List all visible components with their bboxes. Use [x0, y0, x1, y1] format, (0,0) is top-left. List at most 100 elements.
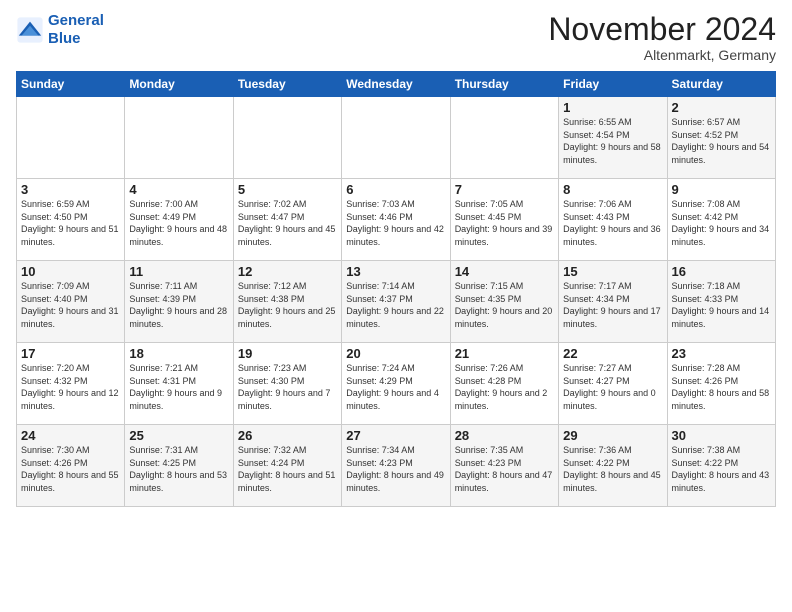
cell-info: Sunrise: 6:55 AM Sunset: 4:54 PM Dayligh…	[563, 116, 662, 166]
cell-w0-d1	[125, 97, 233, 179]
cell-w2-d6: 16Sunrise: 7:18 AM Sunset: 4:33 PM Dayli…	[667, 261, 775, 343]
cell-info: Sunrise: 7:17 AM Sunset: 4:34 PM Dayligh…	[563, 280, 662, 330]
cell-w0-d4	[450, 97, 558, 179]
cell-w2-d3: 13Sunrise: 7:14 AM Sunset: 4:37 PM Dayli…	[342, 261, 450, 343]
day-number: 3	[21, 182, 120, 197]
cell-w2-d4: 14Sunrise: 7:15 AM Sunset: 4:35 PM Dayli…	[450, 261, 558, 343]
day-number: 17	[21, 346, 120, 361]
cell-w3-d4: 21Sunrise: 7:26 AM Sunset: 4:28 PM Dayli…	[450, 343, 558, 425]
day-number: 13	[346, 264, 445, 279]
cell-w2-d5: 15Sunrise: 7:17 AM Sunset: 4:34 PM Dayli…	[559, 261, 667, 343]
cell-w0-d2	[233, 97, 341, 179]
cell-w3-d1: 18Sunrise: 7:21 AM Sunset: 4:31 PM Dayli…	[125, 343, 233, 425]
cell-w4-d6: 30Sunrise: 7:38 AM Sunset: 4:22 PM Dayli…	[667, 425, 775, 507]
logo-icon	[16, 16, 44, 44]
cell-info: Sunrise: 7:27 AM Sunset: 4:27 PM Dayligh…	[563, 362, 662, 412]
day-number: 20	[346, 346, 445, 361]
header-tuesday: Tuesday	[233, 72, 341, 97]
day-number: 10	[21, 264, 120, 279]
cell-w3-d2: 19Sunrise: 7:23 AM Sunset: 4:30 PM Dayli…	[233, 343, 341, 425]
day-number: 4	[129, 182, 228, 197]
cell-w0-d6: 2Sunrise: 6:57 AM Sunset: 4:52 PM Daylig…	[667, 97, 775, 179]
header-wednesday: Wednesday	[342, 72, 450, 97]
day-number: 23	[672, 346, 771, 361]
cell-w1-d1: 4Sunrise: 7:00 AM Sunset: 4:49 PM Daylig…	[125, 179, 233, 261]
day-number: 2	[672, 100, 771, 115]
cell-w0-d3	[342, 97, 450, 179]
calendar-container: General Blue November 2024 Altenmarkt, G…	[0, 0, 792, 515]
calendar-header: Sunday Monday Tuesday Wednesday Thursday…	[17, 72, 776, 97]
day-number: 18	[129, 346, 228, 361]
day-number: 1	[563, 100, 662, 115]
cell-info: Sunrise: 7:24 AM Sunset: 4:29 PM Dayligh…	[346, 362, 445, 412]
week-row-4: 24Sunrise: 7:30 AM Sunset: 4:26 PM Dayli…	[17, 425, 776, 507]
cell-info: Sunrise: 7:31 AM Sunset: 4:25 PM Dayligh…	[129, 444, 228, 494]
cell-w0-d0	[17, 97, 125, 179]
day-number: 29	[563, 428, 662, 443]
day-number: 14	[455, 264, 554, 279]
logo-line2: Blue	[48, 30, 81, 47]
day-number: 15	[563, 264, 662, 279]
cell-info: Sunrise: 7:18 AM Sunset: 4:33 PM Dayligh…	[672, 280, 771, 330]
cell-info: Sunrise: 6:59 AM Sunset: 4:50 PM Dayligh…	[21, 198, 120, 248]
cell-info: Sunrise: 7:02 AM Sunset: 4:47 PM Dayligh…	[238, 198, 337, 248]
week-row-2: 10Sunrise: 7:09 AM Sunset: 4:40 PM Dayli…	[17, 261, 776, 343]
header-monday: Monday	[125, 72, 233, 97]
header-thursday: Thursday	[450, 72, 558, 97]
cell-info: Sunrise: 7:15 AM Sunset: 4:35 PM Dayligh…	[455, 280, 554, 330]
cell-w3-d6: 23Sunrise: 7:28 AM Sunset: 4:26 PM Dayli…	[667, 343, 775, 425]
week-row-1: 3Sunrise: 6:59 AM Sunset: 4:50 PM Daylig…	[17, 179, 776, 261]
cell-w1-d6: 9Sunrise: 7:08 AM Sunset: 4:42 PM Daylig…	[667, 179, 775, 261]
cell-w3-d5: 22Sunrise: 7:27 AM Sunset: 4:27 PM Dayli…	[559, 343, 667, 425]
cell-info: Sunrise: 7:06 AM Sunset: 4:43 PM Dayligh…	[563, 198, 662, 248]
day-number: 27	[346, 428, 445, 443]
week-row-0: 1Sunrise: 6:55 AM Sunset: 4:54 PM Daylig…	[17, 97, 776, 179]
calendar-table: Sunday Monday Tuesday Wednesday Thursday…	[16, 71, 776, 507]
day-number: 25	[129, 428, 228, 443]
day-number: 6	[346, 182, 445, 197]
cell-w1-d4: 7Sunrise: 7:05 AM Sunset: 4:45 PM Daylig…	[450, 179, 558, 261]
day-number: 8	[563, 182, 662, 197]
cell-info: Sunrise: 7:21 AM Sunset: 4:31 PM Dayligh…	[129, 362, 228, 412]
cell-info: Sunrise: 7:00 AM Sunset: 4:49 PM Dayligh…	[129, 198, 228, 248]
cell-w2-d0: 10Sunrise: 7:09 AM Sunset: 4:40 PM Dayli…	[17, 261, 125, 343]
cell-info: Sunrise: 7:08 AM Sunset: 4:42 PM Dayligh…	[672, 198, 771, 248]
cell-w4-d2: 26Sunrise: 7:32 AM Sunset: 4:24 PM Dayli…	[233, 425, 341, 507]
cell-w2-d1: 11Sunrise: 7:11 AM Sunset: 4:39 PM Dayli…	[125, 261, 233, 343]
header-friday: Friday	[559, 72, 667, 97]
cell-w4-d5: 29Sunrise: 7:36 AM Sunset: 4:22 PM Dayli…	[559, 425, 667, 507]
cell-info: Sunrise: 7:05 AM Sunset: 4:45 PM Dayligh…	[455, 198, 554, 248]
day-number: 30	[672, 428, 771, 443]
cell-info: Sunrise: 7:26 AM Sunset: 4:28 PM Dayligh…	[455, 362, 554, 412]
week-row-3: 17Sunrise: 7:20 AM Sunset: 4:32 PM Dayli…	[17, 343, 776, 425]
cell-w2-d2: 12Sunrise: 7:12 AM Sunset: 4:38 PM Dayli…	[233, 261, 341, 343]
header-saturday: Saturday	[667, 72, 775, 97]
day-number: 5	[238, 182, 337, 197]
day-number: 22	[563, 346, 662, 361]
logo-text: General Blue	[48, 12, 104, 48]
day-number: 26	[238, 428, 337, 443]
month-title: November 2024	[548, 12, 776, 47]
title-block: November 2024 Altenmarkt, Germany	[548, 12, 776, 63]
cell-info: Sunrise: 7:09 AM Sunset: 4:40 PM Dayligh…	[21, 280, 120, 330]
day-number: 12	[238, 264, 337, 279]
cell-info: Sunrise: 7:30 AM Sunset: 4:26 PM Dayligh…	[21, 444, 120, 494]
cell-w3-d0: 17Sunrise: 7:20 AM Sunset: 4:32 PM Dayli…	[17, 343, 125, 425]
location: Altenmarkt, Germany	[548, 47, 776, 63]
cell-w4-d4: 28Sunrise: 7:35 AM Sunset: 4:23 PM Dayli…	[450, 425, 558, 507]
cell-info: Sunrise: 7:34 AM Sunset: 4:23 PM Dayligh…	[346, 444, 445, 494]
cell-info: Sunrise: 7:28 AM Sunset: 4:26 PM Dayligh…	[672, 362, 771, 412]
cell-info: Sunrise: 6:57 AM Sunset: 4:52 PM Dayligh…	[672, 116, 771, 166]
day-number: 21	[455, 346, 554, 361]
cell-info: Sunrise: 7:11 AM Sunset: 4:39 PM Dayligh…	[129, 280, 228, 330]
cell-w1-d3: 6Sunrise: 7:03 AM Sunset: 4:46 PM Daylig…	[342, 179, 450, 261]
day-number: 19	[238, 346, 337, 361]
day-number: 28	[455, 428, 554, 443]
cell-info: Sunrise: 7:35 AM Sunset: 4:23 PM Dayligh…	[455, 444, 554, 494]
cell-w3-d3: 20Sunrise: 7:24 AM Sunset: 4:29 PM Dayli…	[342, 343, 450, 425]
cell-info: Sunrise: 7:14 AM Sunset: 4:37 PM Dayligh…	[346, 280, 445, 330]
logo-line1: General	[48, 12, 104, 29]
cell-info: Sunrise: 7:32 AM Sunset: 4:24 PM Dayligh…	[238, 444, 337, 494]
cell-info: Sunrise: 7:03 AM Sunset: 4:46 PM Dayligh…	[346, 198, 445, 248]
cell-info: Sunrise: 7:12 AM Sunset: 4:38 PM Dayligh…	[238, 280, 337, 330]
